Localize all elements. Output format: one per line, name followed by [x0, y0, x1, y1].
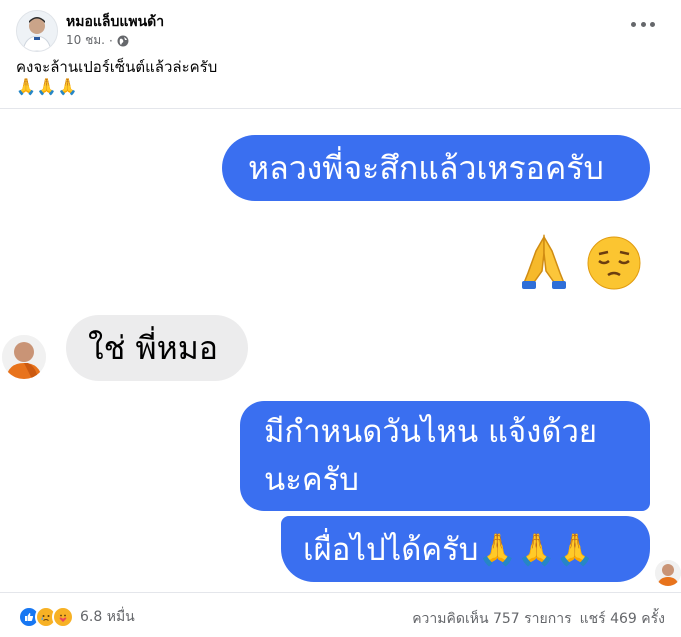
care-icon — [52, 606, 74, 628]
post-header: หมอแล็บแพนด้า 10 ชม. · คงจะล้านเปอร์เซ็น… — [0, 0, 681, 108]
emoji-message — [514, 231, 644, 291]
message-text: นะครับ — [264, 462, 359, 498]
message-bubble-sent: มีกำหนดวันไหน แจ้งด้วย นะครับ — [240, 401, 650, 511]
reply-text: ใช่ พี่หมอ — [88, 328, 219, 367]
message-bubble-received: ใช่ พี่หมอ — [66, 315, 248, 381]
reaction-count: 6.8 หมื่น — [80, 609, 135, 625]
shares-link[interactable]: แชร์ 469 ครั้ง — [580, 608, 665, 630]
caption-text: คงจะล้านเปอร์เซ็นต์แล้วล่ะครับ — [16, 58, 218, 76]
post-footer: 6.8 หมื่น ความคิดเห็น 757 รายการ แชร์ 46… — [0, 596, 681, 637]
message-text: เผื่อไปได้ครับ🙏🙏🙏 — [303, 532, 595, 568]
comments-link[interactable]: ความคิดเห็น 757 รายการ — [412, 608, 571, 630]
chat-screenshot-image[interactable]: หลวงพี่จะสึกแล้วเหรอครับ ใช่ พี่หมอ มีกำ… — [0, 108, 681, 593]
author-avatar[interactable] — [16, 10, 58, 52]
meta-separator: · — [108, 33, 113, 48]
message-bubble-sent: เผื่อไปได้ครับ🙏🙏🙏 — [281, 516, 650, 582]
post-caption: คงจะล้านเปอร์เซ็นต์แล้วล่ะครับ 🙏🙏🙏 — [16, 57, 217, 97]
message-bubble-sent: หลวงพี่จะสึกแล้วเหรอครับ — [222, 135, 650, 201]
reactions-summary[interactable]: 6.8 หมื่น — [18, 606, 135, 628]
pray-icon — [522, 234, 566, 289]
monk-avatar — [2, 335, 46, 379]
globe-icon — [117, 35, 129, 47]
message-text: มีกำหนดวันไหน แจ้งด้วย — [264, 414, 598, 450]
caption-emoji: 🙏🙏🙏 — [16, 77, 79, 96]
seen-avatar — [655, 560, 681, 586]
post-time[interactable]: 10 ชม. — [66, 31, 105, 50]
author-name[interactable]: หมอแล็บแพนด้า — [66, 11, 164, 33]
engagement-stats: ความคิดเห็น 757 รายการ แชร์ 469 ครั้ง — [412, 608, 665, 630]
message-text: หลวงพี่จะสึกแล้วเหรอครับ — [248, 148, 604, 187]
post-meta: 10 ชม. · — [66, 31, 129, 50]
more-icon[interactable] — [631, 14, 655, 34]
pensive-face-icon — [587, 236, 641, 290]
